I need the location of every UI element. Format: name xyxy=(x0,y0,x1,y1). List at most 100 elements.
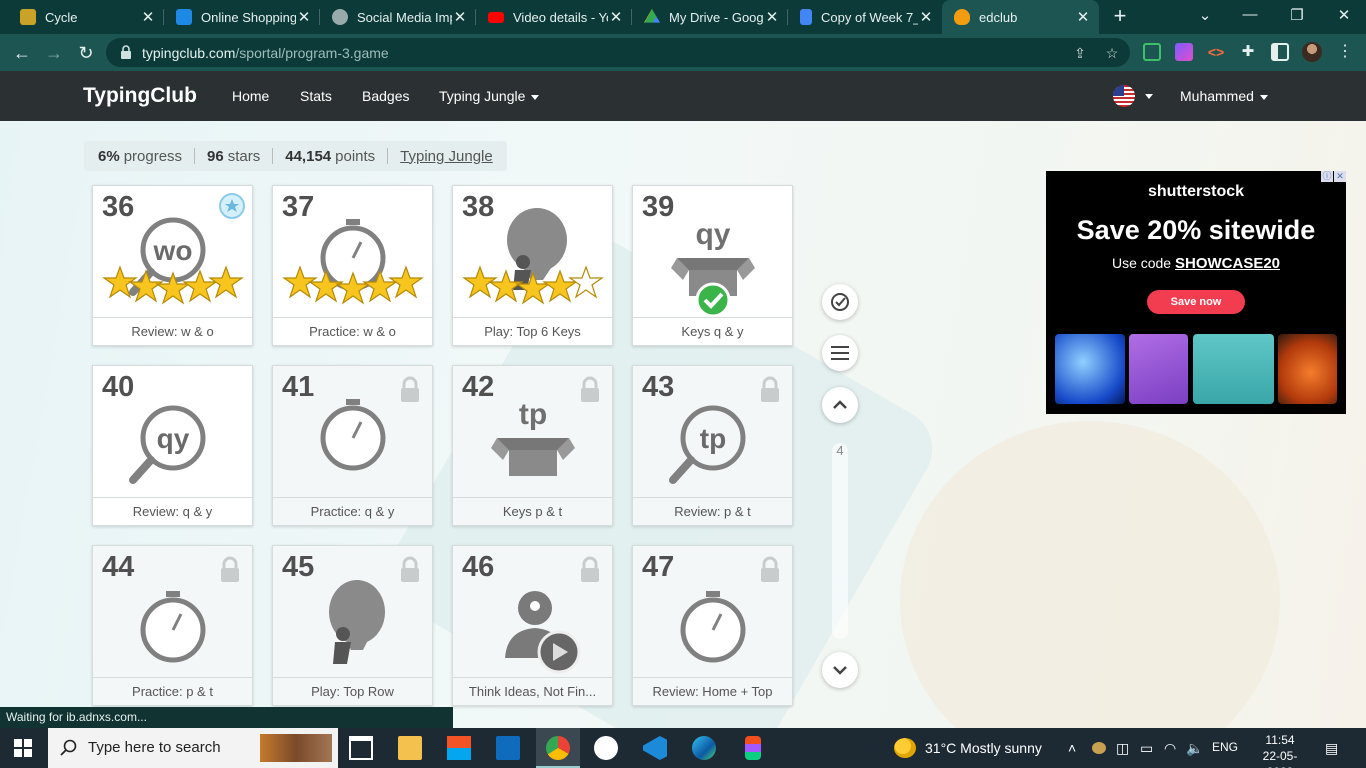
chevron-down-icon xyxy=(531,94,540,100)
nav-stats[interactable]: Stats xyxy=(300,88,332,104)
close-window-icon[interactable]: ✕ xyxy=(1334,6,1354,24)
chrome-icon[interactable] xyxy=(546,736,570,760)
lesson-card-locked[interactable]: 45 Play: Top Row xyxy=(272,545,433,706)
lesson-card[interactable]: 40 qy Review: q & y xyxy=(92,365,253,526)
us-flag-icon[interactable] xyxy=(1113,85,1135,107)
lesson-card-locked[interactable]: 43 tp Review: p & t xyxy=(632,365,793,526)
hamburger-menu-icon xyxy=(831,346,849,360)
chrome-menu-icon[interactable]: ⋮ xyxy=(1336,43,1354,61)
ad-cta-button[interactable]: Save now xyxy=(1147,290,1245,314)
browser-tab[interactable]: My Drive - Googl ✕ xyxy=(632,0,788,34)
tray-app-icon[interactable] xyxy=(1092,742,1106,754)
figma-icon[interactable] xyxy=(745,736,761,760)
close-tab-icon[interactable]: ✕ xyxy=(608,8,624,26)
browser-tab[interactable]: Cycle ✕ xyxy=(8,0,164,34)
wifi-icon[interactable]: ◠ xyxy=(1164,740,1176,757)
webcam-icon[interactable]: ◫ xyxy=(1116,740,1129,757)
close-tab-icon[interactable]: ✕ xyxy=(452,8,468,26)
edge-icon[interactable] xyxy=(692,736,716,760)
lesson-card[interactable]: 36 wo Review: w & o xyxy=(92,185,253,346)
code-extension-icon[interactable]: <> xyxy=(1207,43,1225,61)
google-drive-favicon-icon xyxy=(644,9,660,23)
mail-icon[interactable] xyxy=(496,736,520,760)
extensions-puzzle-icon[interactable]: ✚ xyxy=(1239,43,1257,61)
chevron-down-icon[interactable] xyxy=(1145,94,1153,99)
vscode-icon[interactable] xyxy=(643,736,667,760)
menu-button[interactable] xyxy=(822,335,858,371)
completed-check-button[interactable] xyxy=(822,284,858,320)
show-hidden-icons-chevron-icon[interactable]: ˄ xyxy=(1068,740,1076,756)
browser-tab[interactable]: Social Media Imp ✕ xyxy=(320,0,476,34)
forward-arrow-icon[interactable]: → xyxy=(42,41,66,65)
lesson-label: Keys p & t xyxy=(453,497,612,525)
battery-icon[interactable]: ▭ xyxy=(1140,740,1153,757)
lock-icon xyxy=(121,45,131,59)
browser-tab[interactable]: Copy of Week 7_ ✕ xyxy=(788,0,942,34)
lesson-card[interactable]: 37 Practice: w & o xyxy=(272,185,433,346)
profile-avatar[interactable] xyxy=(1302,42,1322,62)
bookmark-star-icon[interactable]: ☆ xyxy=(1103,44,1121,62)
input-language[interactable]: ENG xyxy=(1212,740,1238,754)
lesson-card-locked[interactable]: 44 Practice: p & t xyxy=(92,545,253,706)
task-view-icon[interactable] xyxy=(349,736,373,760)
file-explorer-icon[interactable] xyxy=(398,736,422,760)
clock-date: 22-05-2023 xyxy=(1262,749,1298,768)
scroll-up-button[interactable] xyxy=(822,387,858,423)
divider xyxy=(194,148,196,164)
browser-tab[interactable]: Online Shopping ✕ xyxy=(164,0,320,34)
notifications-icon[interactable]: ▤ xyxy=(1325,740,1338,757)
taskbar-search[interactable]: Type here to search xyxy=(48,728,338,768)
user-menu[interactable]: Muhammed xyxy=(1180,88,1268,104)
ad-image-jellyfish xyxy=(1055,334,1125,404)
program-link[interactable]: Typing Jungle xyxy=(400,148,493,165)
address-bar[interactable]: typingclub.com/sportal/program-3.game ⇪ … xyxy=(106,38,1130,67)
nav-badges[interactable]: Badges xyxy=(362,88,409,104)
volume-icon[interactable]: 🔈 xyxy=(1186,740,1203,757)
site-logo[interactable]: TypingClub xyxy=(83,84,197,108)
lesson-card-locked[interactable]: 46 Think Ideas, Not Fin... xyxy=(452,545,613,706)
windows-taskbar: Type here to search 31°C Mostly sunny ˄ … xyxy=(0,728,1366,768)
windows-start-icon[interactable] xyxy=(14,739,32,757)
close-tab-icon[interactable]: ✕ xyxy=(1075,8,1091,26)
close-tab-icon[interactable]: ✕ xyxy=(140,8,156,26)
ad-info-icon[interactable]: ⓘ xyxy=(1321,171,1333,182)
close-tab-icon[interactable]: ✕ xyxy=(918,8,934,26)
reload-icon[interactable]: ↻ xyxy=(74,41,98,65)
ad-promo-code: SHOWCASE20 xyxy=(1175,255,1281,272)
ad-image-abstract xyxy=(1278,334,1337,404)
system-clock[interactable]: 11:54 22-05-2023 xyxy=(1250,732,1310,768)
advertisement[interactable]: ⓘ ✕ shutterstock Save 20% sitewide Use c… xyxy=(1046,171,1346,414)
nav-home[interactable]: Home xyxy=(232,88,269,104)
chevron-down-icon xyxy=(833,666,847,675)
lesson-card[interactable]: 39 qy Keys q & y xyxy=(632,185,793,346)
scroll-down-button[interactable] xyxy=(822,652,858,688)
side-panel-icon[interactable] xyxy=(1271,43,1289,61)
restore-icon[interactable]: ❐ xyxy=(1287,6,1307,24)
lesson-card-locked[interactable]: 42 tp Keys p & t xyxy=(452,365,613,526)
browser-tab[interactable]: Video details - Yo ✕ xyxy=(476,0,632,34)
stopwatch-icon xyxy=(320,399,386,471)
weather-text[interactable]: 31°C Mostly sunny xyxy=(925,740,1042,756)
close-tab-icon[interactable]: ✕ xyxy=(764,8,780,26)
tab-search-icon[interactable]: ⌄ xyxy=(1195,6,1215,24)
browser-tab-active[interactable]: edclub ✕ xyxy=(942,0,1099,34)
share-icon[interactable]: ⇪ xyxy=(1071,44,1089,62)
ad-subtext: Use code SHOWCASE20 xyxy=(1046,255,1346,272)
page-scrollbar[interactable] xyxy=(832,443,848,639)
minimize-icon[interactable]: — xyxy=(1240,6,1260,23)
mongodb-compass-icon[interactable] xyxy=(594,736,618,760)
open-box-icon: tp xyxy=(491,398,575,476)
ai-extension-icon[interactable] xyxy=(1175,43,1193,61)
lesson-card[interactable]: 38 Play: Top 6 Keys xyxy=(452,185,613,346)
close-tab-icon[interactable]: ✕ xyxy=(296,8,312,26)
lesson-card-locked[interactable]: 47 Review: Home + Top xyxy=(632,545,793,706)
screen-capture-extension-icon[interactable] xyxy=(1143,43,1161,61)
new-tab-button[interactable]: + xyxy=(1108,5,1132,29)
lesson-card-locked[interactable]: 41 Practice: q & y xyxy=(272,365,433,526)
microsoft-store-icon[interactable] xyxy=(447,736,471,760)
ad-close-icon[interactable]: ✕ xyxy=(1334,171,1346,182)
five-star-rating-icon xyxy=(282,265,424,305)
nav-typing-jungle-dropdown[interactable]: Typing Jungle xyxy=(439,88,540,104)
video-lesson-icon xyxy=(505,591,581,674)
back-arrow-icon[interactable]: ← xyxy=(10,41,34,65)
